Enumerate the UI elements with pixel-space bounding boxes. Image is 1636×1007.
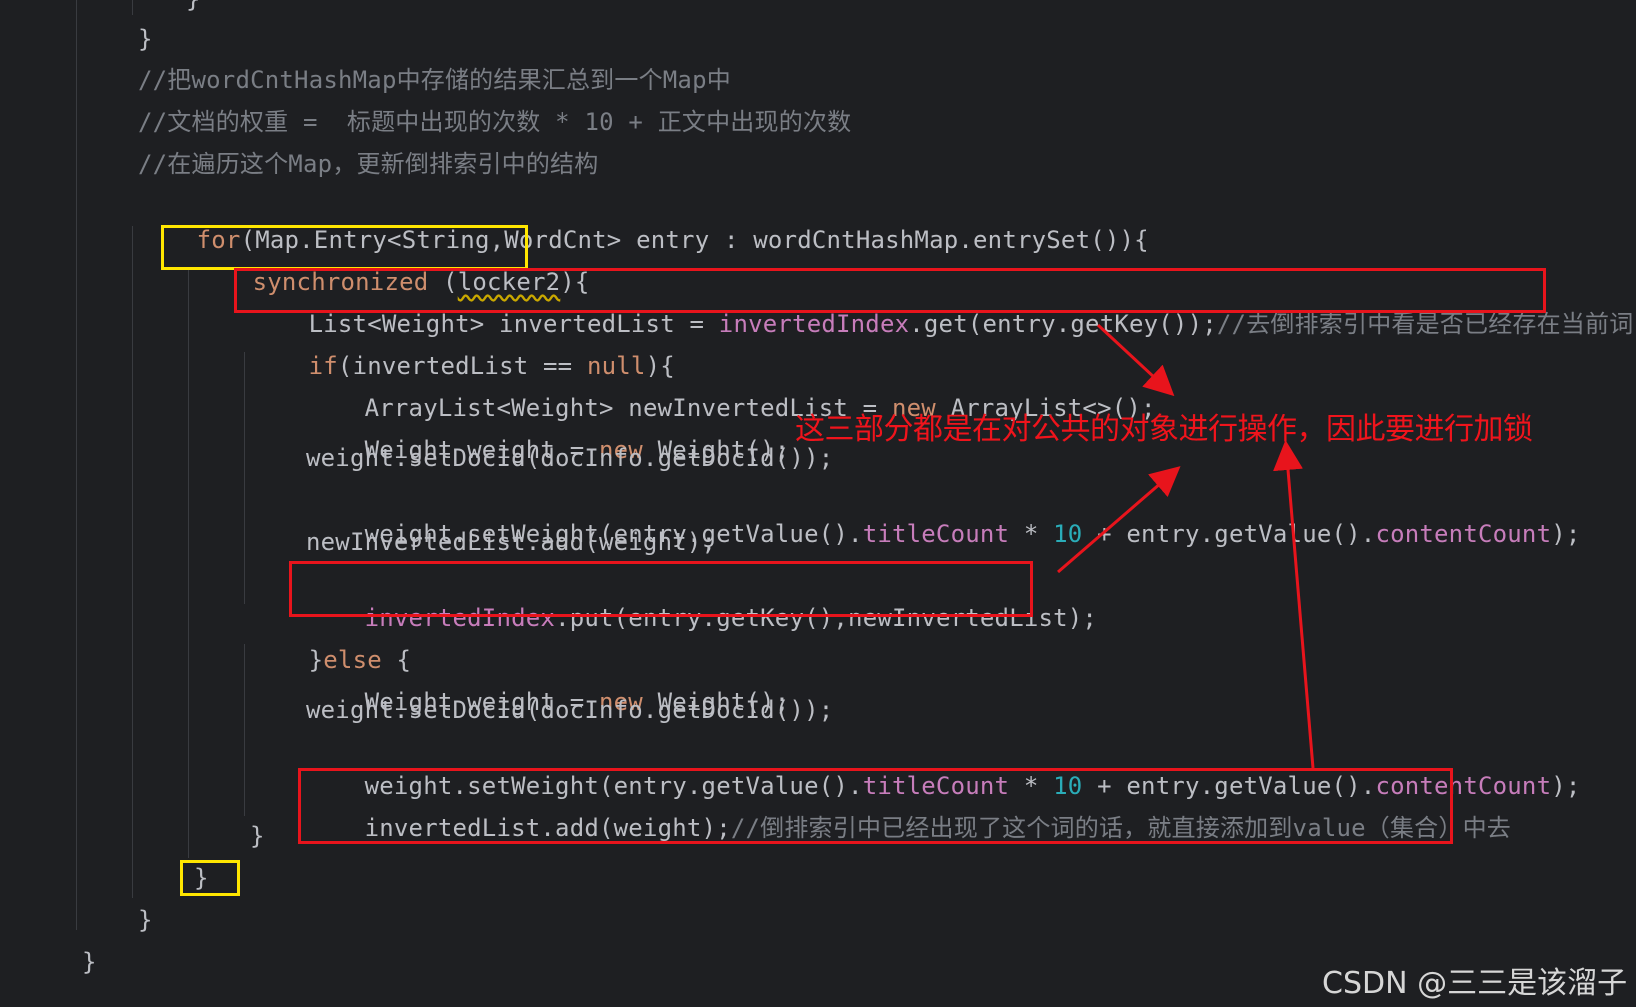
arrow-from-get bbox=[1096, 323, 1175, 397]
watermark: CSDN @三三是该溜子 bbox=[1322, 966, 1628, 1001]
annotation-text: 这三部分都是在对公共的对象进行操作，因此要进行加锁 bbox=[795, 412, 1533, 447]
annotation-arrows bbox=[1057, 323, 1315, 769]
code-editor[interactable]: } } //把wordCntHashMap中存储的结果汇总到一个Map中 //文… bbox=[0, 0, 1636, 1007]
arrow-from-add bbox=[1273, 440, 1315, 769]
arrow-from-put bbox=[1057, 466, 1181, 574]
